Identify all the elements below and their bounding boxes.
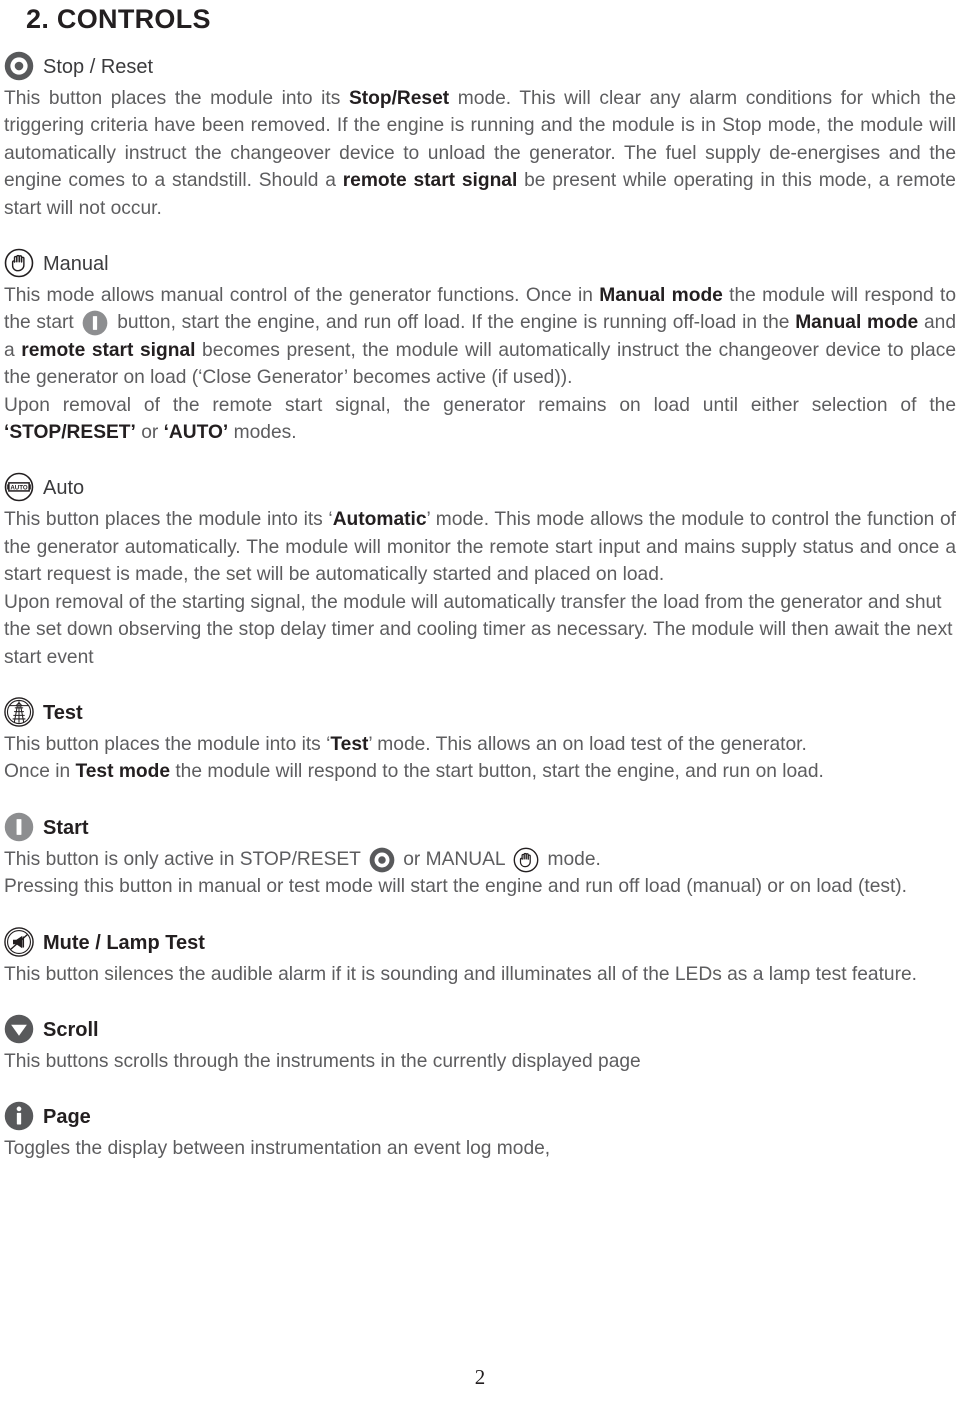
control-label-test: Test	[43, 701, 83, 724]
controls-section-list: Stop / Reset This button places the modul…	[4, 49, 956, 1180]
paragraph-test-p2: Once in Test mode the module will respon…	[4, 761, 824, 783]
start-icon-inline[interactable]	[82, 310, 108, 336]
control-heading-page: Page	[4, 1099, 956, 1133]
control-heading-auto: AUTO Auto	[4, 470, 956, 504]
control-section-scroll: Scroll This buttons scrolls through the i…	[4, 1012, 956, 1075]
test-icon[interactable]	[4, 697, 34, 727]
control-heading-start: Start	[4, 810, 956, 844]
page-title: 2. CONTROLS	[26, 4, 211, 34]
control-label-mute-lamp-test: Mute / Lamp Test	[43, 931, 205, 954]
stop-reset-icon[interactable]	[4, 51, 34, 81]
paragraph-stop-reset-p1: This button places the module into its S…	[4, 88, 956, 219]
control-label-auto: Auto	[43, 477, 85, 500]
control-label-stop-reset: Stop / Reset	[43, 56, 154, 78]
page-content: 2. CONTROLS Stop / Reset This button plac…	[4, 0, 956, 1180]
control-label-page: Page	[43, 1106, 91, 1129]
emphasis-text: remote start signal	[342, 170, 518, 192]
control-section-stop-reset: Stop / Reset This button places the modul…	[4, 49, 956, 222]
paragraph-auto-p1: This button places the module into its ‘…	[4, 509, 956, 586]
paragraph-manual-p2: Upon removal of the remote start signal,…	[4, 394, 956, 444]
svg-text:AUTO: AUTO	[10, 485, 28, 492]
control-heading-mute-lamp-test: Mute / Lamp Test	[4, 925, 956, 959]
paragraph-page-p1: Toggles the display between instrumentat…	[4, 1138, 551, 1160]
start-icon[interactable]	[4, 812, 34, 842]
scroll-icon[interactable]	[4, 1014, 34, 1044]
control-section-page: Page Toggles the display between instrume…	[4, 1099, 956, 1162]
paragraph-mute-p1: This button silences the audible alarm i…	[4, 963, 917, 985]
paragraph-scroll-p1: This buttons scrolls through the instrum…	[4, 1050, 641, 1072]
paragraph-manual-p1: This mode allows manual control of the g…	[4, 285, 956, 389]
control-section-mute-lamp-test: Mute / Lamp Test This button silences the…	[4, 925, 956, 988]
control-section-auto: AUTO Auto This button places the module in…	[4, 470, 956, 670]
emphasis-text: Automatic	[332, 509, 427, 531]
emphasis-text: Test	[330, 733, 369, 755]
emphasis-text: Manual mode	[795, 312, 919, 334]
paragraph-start-p2: Pressing this button in manual or test m…	[4, 876, 908, 898]
emphasis-text: Test mode	[75, 761, 170, 783]
page-info-icon[interactable]	[4, 1101, 34, 1131]
control-section-test: Test This button places the module into i…	[4, 695, 956, 786]
emphasis-text: Stop/Reset	[348, 88, 450, 109]
emphasis-text: Manual mode	[599, 285, 723, 307]
control-heading-test: Test	[4, 695, 956, 729]
control-section-start: Start This button is only active in STOP/…	[4, 810, 956, 901]
emphasis-text: remote start signal	[21, 339, 196, 361]
manual-icon-inline[interactable]	[513, 847, 539, 873]
manual-icon[interactable]	[4, 248, 34, 278]
control-heading-scroll: Scroll	[4, 1012, 956, 1046]
control-heading-manual: Manual	[4, 246, 956, 280]
emphasis-text: ‘AUTO’	[163, 422, 229, 444]
mute-lamp-test-icon[interactable]	[4, 926, 34, 957]
document-page: 2. CONTROLS Stop / Reset This button plac…	[0, 0, 960, 1408]
paragraph-test-p1: This button places the module into its ‘…	[4, 733, 807, 755]
control-label-scroll: Scroll	[43, 1018, 99, 1041]
paragraph-auto-p2: Upon removal of the starting signal, the…	[4, 591, 953, 668]
control-label-manual: Manual	[43, 253, 109, 276]
page-number: 2	[474, 1365, 486, 1389]
auto-icon[interactable]: AUTO	[4, 472, 34, 502]
stop-reset-icon-inline[interactable]	[369, 847, 395, 873]
control-label-start: Start	[43, 816, 89, 839]
control-heading-stop-reset: Stop / Reset	[4, 49, 956, 83]
emphasis-text: ‘STOP/RESET’	[4, 422, 136, 444]
paragraph-start-p1: This button is only active in STOP/RESET…	[4, 846, 956, 873]
control-section-manual: Manual This mode allows manual control of…	[4, 246, 956, 446]
